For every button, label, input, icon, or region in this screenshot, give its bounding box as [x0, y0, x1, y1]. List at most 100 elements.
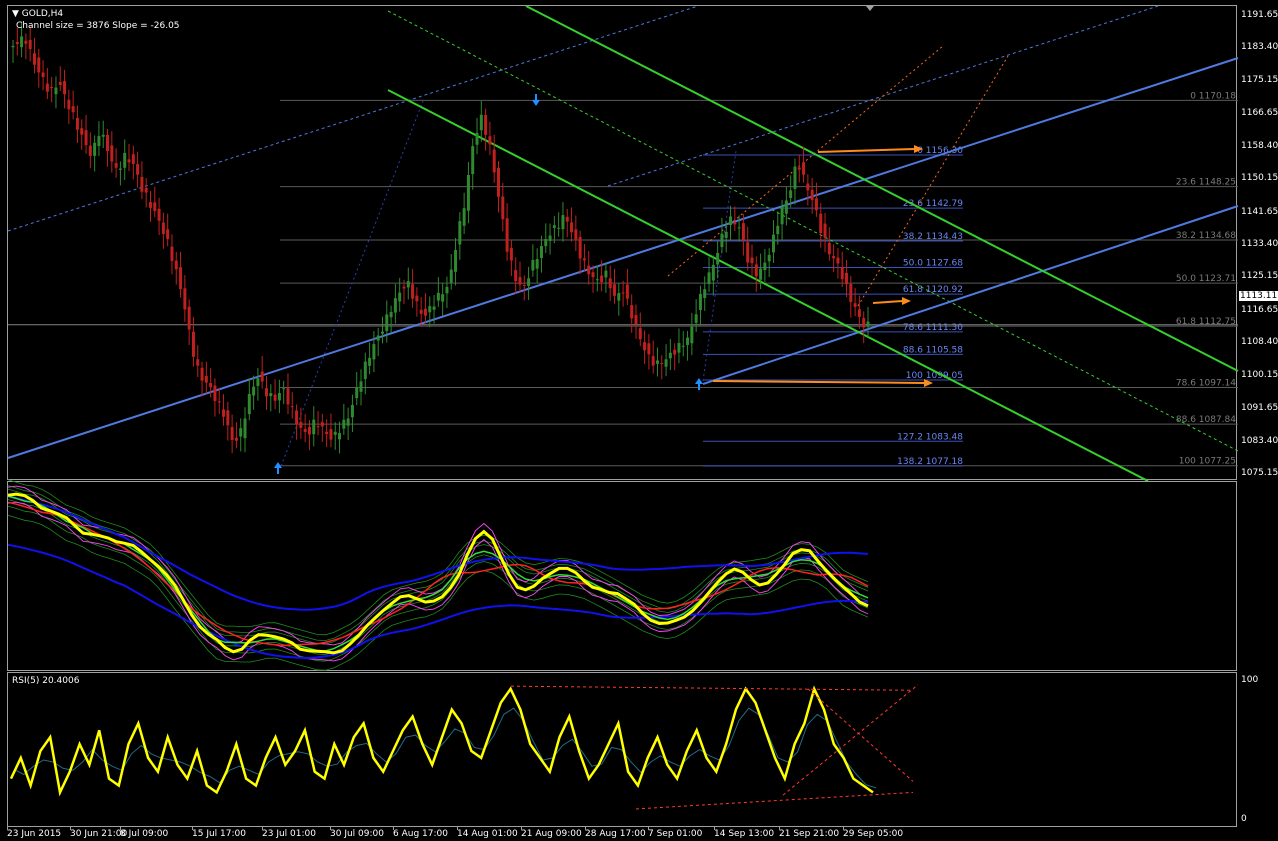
- time-tick-label: 29 Sep 05:00: [843, 829, 904, 839]
- price-axis[interactable]: 1191.65 1183.40 1175.15 1166.65 1158.40 1150.…: [1237, 5, 1278, 480]
- candle-body: [140, 176, 144, 192]
- candle-body: [355, 387, 359, 399]
- candle-body: [617, 293, 621, 301]
- fib-level-label: 88.6 1087.84: [1176, 415, 1236, 425]
- fib-extension-label: 78.6 1111.30: [903, 323, 963, 333]
- candle-body: [93, 142, 97, 156]
- candle-body: [544, 239, 548, 247]
- indicator-pane[interactable]: [7, 479, 1238, 672]
- candle-body: [570, 222, 574, 233]
- time-tick-mark: [585, 826, 586, 830]
- candle-body: [759, 268, 763, 280]
- candle-body: [320, 422, 324, 427]
- candle-body: [136, 164, 140, 175]
- time-tick-label: 15 Jul 17:00: [192, 829, 246, 839]
- candle-body: [767, 254, 771, 262]
- time-tick-mark: [330, 826, 331, 830]
- price-tick-label: 1150.15: [1241, 173, 1278, 184]
- time-tick-label: 28 Aug 17:00: [585, 829, 646, 839]
- rsi-signal-line: [13, 707, 877, 789]
- candle-body: [187, 306, 191, 330]
- candle-body: [681, 345, 685, 347]
- fib-extension-label: 127.2 1083.48: [897, 432, 963, 442]
- candle-body: [398, 292, 402, 302]
- blue-channel-line: [702, 205, 1239, 385]
- candle-body: [720, 233, 724, 248]
- candle-body: [522, 284, 526, 286]
- candle-body: [71, 106, 75, 113]
- price-tick-label: 1075.15: [1241, 468, 1278, 478]
- candle-body: [763, 262, 767, 271]
- candle-body: [862, 318, 866, 328]
- candle-body: [101, 134, 105, 137]
- price-tick-label: 1141.65: [1241, 206, 1278, 217]
- candle-body: [230, 427, 234, 440]
- dropdown-triangle-icon[interactable]: ▼: [12, 9, 19, 19]
- candle-body: [24, 40, 28, 44]
- time-tick-mark: [457, 826, 458, 830]
- candle-body: [552, 225, 556, 228]
- price-chart-canvas[interactable]: 0 1170.18 23.6 1148.25 38.2 1134.68 50.0 11…: [7, 5, 1239, 482]
- time-tick-label: 14 Sep 13:00: [714, 829, 775, 839]
- candle-body: [428, 306, 432, 313]
- candle-body: [15, 42, 19, 45]
- rsi-canvas[interactable]: [8, 673, 1238, 828]
- candle-body: [686, 337, 690, 345]
- candle-body: [866, 321, 870, 327]
- candle-body: [651, 356, 655, 366]
- candle-body: [840, 267, 844, 280]
- candle-body: [196, 359, 200, 366]
- candle-body: [217, 401, 221, 403]
- candle-body: [509, 248, 513, 261]
- candle-body: [32, 53, 36, 65]
- candle-body: [587, 265, 591, 275]
- candle-body: [531, 260, 535, 271]
- candle-body: [423, 308, 427, 316]
- current-price-tag: 1113.11: [1239, 291, 1278, 301]
- price-tick-label: 1116.65: [1241, 304, 1278, 315]
- candle-body: [67, 99, 71, 110]
- time-tick-label: 7 Sep 01:00: [648, 829, 703, 839]
- candle-body: [269, 393, 273, 397]
- candle-body: [501, 196, 505, 220]
- price-tick-label: 1175.15: [1241, 74, 1278, 85]
- candle-body: [153, 202, 157, 212]
- candle-body: [814, 198, 818, 211]
- candle-body: [733, 222, 737, 225]
- candle-body: [475, 132, 479, 145]
- candle-body: [264, 388, 268, 397]
- channel-info: Channel size = 3876 Slope = -26.05: [16, 21, 180, 31]
- candle-body: [247, 393, 251, 415]
- fib-level-label: 100 1077.25: [1179, 457, 1236, 467]
- candle-body: [252, 386, 256, 396]
- candle-body: [97, 136, 101, 147]
- time-tick-mark: [521, 826, 522, 830]
- fib-level-label: 38.2 1134.68: [1176, 231, 1236, 241]
- candle-body: [406, 281, 410, 288]
- price-chart-pane[interactable]: 0 1170.18 23.6 1148.25 38.2 1134.68 50.0 11…: [7, 5, 1239, 482]
- marker-head: [532, 100, 540, 106]
- candle-body: [183, 288, 187, 310]
- price-tick-label: 1108.40: [1241, 337, 1278, 348]
- candle-body: [441, 294, 445, 302]
- down-arrow-marker-icon: [532, 94, 540, 106]
- orange-arrow-line: [872, 300, 904, 304]
- candle-body: [527, 278, 531, 286]
- time-tick-mark: [393, 826, 394, 830]
- candle-body: [849, 283, 853, 303]
- candle-body: [698, 293, 702, 311]
- candle-body: [548, 235, 552, 241]
- indicator-canvas[interactable]: [7, 479, 1238, 672]
- candle-body: [260, 371, 264, 382]
- candle-body: [338, 433, 342, 440]
- candle-body: [63, 81, 67, 95]
- candle-body: [393, 298, 397, 313]
- candle-body: [411, 284, 415, 299]
- rsi-pane[interactable]: RSI(5) 20.4006: [7, 672, 1237, 827]
- candle-body: [471, 146, 475, 175]
- marker-head: [274, 462, 282, 468]
- candle-body: [664, 359, 668, 367]
- candle-body: [449, 269, 453, 283]
- candle-body: [84, 130, 88, 146]
- candle-body: [295, 410, 299, 425]
